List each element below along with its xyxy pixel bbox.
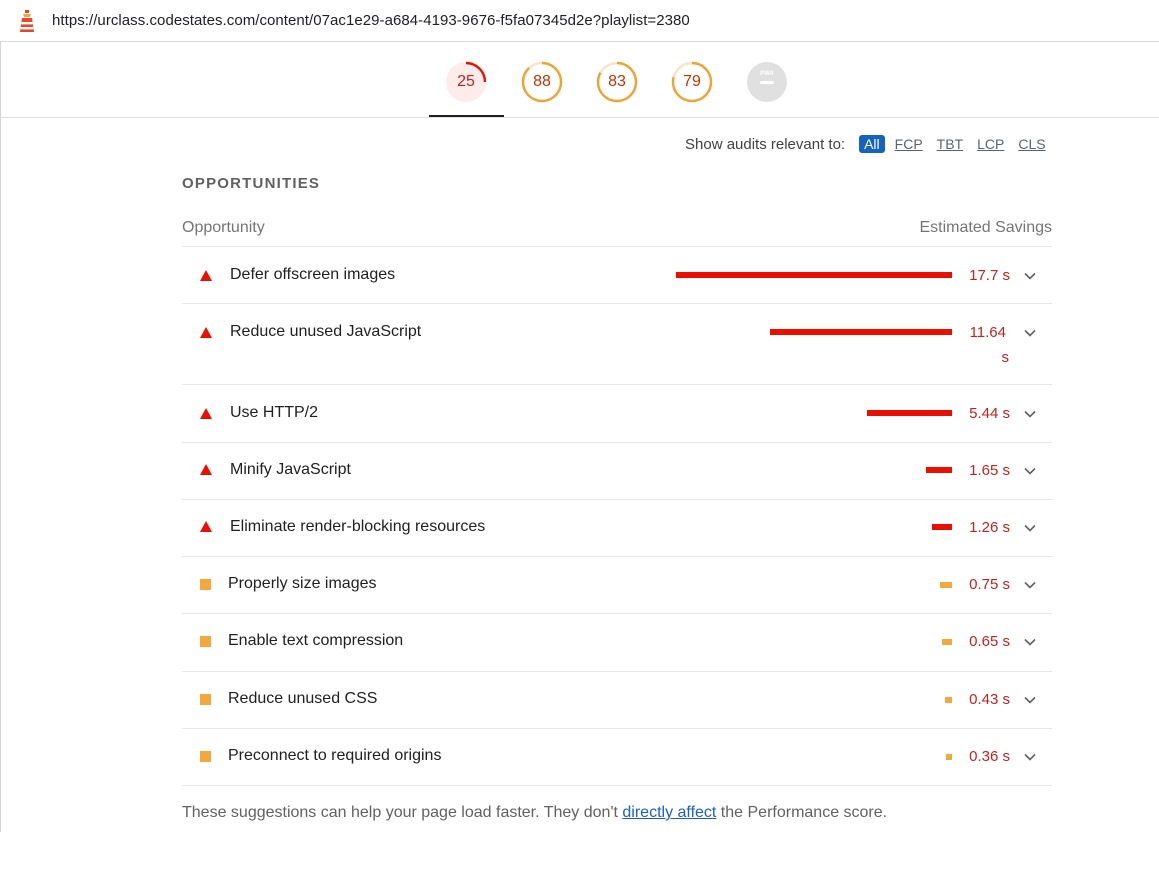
opportunity-list: Defer offscreen images 17.7 s Reduce unu…	[182, 246, 1052, 786]
red-triangle-icon	[200, 464, 212, 475]
opportunity-title: Minify JavaScript	[230, 461, 351, 478]
opportunity-title: Properly size images	[228, 575, 377, 592]
gauge-best-practices-score: 83	[608, 73, 626, 90]
gauge-accessibility[interactable]: 88	[521, 61, 563, 103]
opportunity-title: Defer offscreen images	[230, 266, 396, 283]
savings-value: 0.75 s	[969, 576, 1010, 593]
opportunity-row-preconnect-origins[interactable]: Preconnect to required origins 0.36 s	[182, 728, 1052, 785]
footer-text-after: the Performance score.	[716, 804, 888, 821]
pwa-badge-dash	[760, 81, 774, 84]
gauge-pwa[interactable]: PWA	[746, 61, 788, 103]
savings-value: 0.36 s	[969, 748, 1010, 765]
address-bar[interactable]: https://urclass.codestates.com/content/0…	[0, 0, 1159, 42]
savings-bar	[770, 329, 952, 335]
opportunity-title: Reduce unused CSS	[228, 690, 378, 707]
active-gauge-indicator	[429, 115, 504, 117]
chevron-down-icon[interactable]	[1024, 636, 1036, 648]
savings-bar	[932, 524, 952, 530]
savings-bar	[945, 697, 952, 703]
opportunity-list-end	[182, 785, 1052, 786]
url-text[interactable]: https://urclass.codestates.com/content/0…	[52, 12, 690, 29]
audit-filter: Show audits relevant to: All FCP TBT LCP…	[685, 135, 1060, 153]
savings-bar	[926, 467, 952, 473]
footer-text-before: These suggestions can help your page loa…	[182, 804, 623, 821]
opportunity-row-eliminate-render-blocking[interactable]: Eliminate render-blocking resources 1.26…	[182, 499, 1052, 556]
opportunity-title: Preconnect to required origins	[228, 747, 442, 764]
orange-square-icon	[200, 694, 211, 705]
column-header-savings: Estimated Savings	[919, 219, 1052, 236]
savings-value: 1.65 s	[969, 462, 1010, 479]
chevron-down-icon[interactable]	[1024, 522, 1036, 534]
savings-value: 0.43 s	[969, 691, 1010, 708]
pwa-badge-icon: PWA	[747, 62, 787, 102]
opportunity-title: Eliminate render-blocking resources	[230, 518, 486, 535]
savings-bar	[940, 582, 952, 588]
opportunity-row-reduce-unused-css[interactable]: Reduce unused CSS 0.43 s	[182, 671, 1052, 728]
savings-value: 11.64	[969, 324, 1006, 341]
filter-chip-lcp[interactable]: LCP	[977, 136, 1004, 152]
savings-value: 1.26 s	[969, 519, 1010, 536]
chevron-down-icon[interactable]	[1024, 270, 1036, 282]
opportunity-row-minify-javascript[interactable]: Minify JavaScript 1.65 s	[182, 442, 1052, 499]
red-triangle-icon	[200, 327, 212, 338]
chevron-down-icon[interactable]	[1024, 751, 1036, 763]
savings-bar	[946, 754, 952, 760]
red-triangle-icon	[200, 408, 212, 419]
red-triangle-icon	[200, 270, 212, 281]
score-gauges: 25 88 83 79 PWA	[0, 42, 1159, 118]
savings-value: 5.44 s	[969, 405, 1010, 422]
opportunity-row-use-http2[interactable]: Use HTTP/2 5.44 s	[182, 384, 1052, 442]
opportunity-title: Use HTTP/2	[230, 404, 319, 421]
chevron-down-icon[interactable]	[1024, 408, 1036, 420]
pwa-badge-text: PWA	[760, 71, 774, 77]
gauge-accessibility-score: 88	[533, 73, 551, 90]
lighthouse-icon	[20, 10, 34, 32]
directly-affect-link[interactable]: directly affect	[622, 804, 716, 821]
opportunity-row-properly-size-images[interactable]: Properly size images 0.75 s	[182, 556, 1052, 613]
gauge-seo[interactable]: 79	[671, 61, 713, 103]
section-title: OPPORTUNITIES	[182, 175, 321, 192]
filter-chip-fcp[interactable]: FCP	[895, 136, 923, 152]
filter-chip-all[interactable]: All	[859, 135, 885, 153]
savings-value: 17.7 s	[969, 267, 1010, 284]
filter-chip-tbt[interactable]: TBT	[937, 136, 963, 152]
window-left-edge	[0, 42, 1, 832]
orange-square-icon	[200, 579, 211, 590]
chevron-down-icon[interactable]	[1024, 579, 1036, 591]
orange-square-icon	[200, 636, 211, 647]
footer-note: These suggestions can help your page loa…	[182, 804, 887, 822]
chevron-down-icon[interactable]	[1024, 327, 1036, 339]
gauge-best-practices[interactable]: 83	[596, 61, 638, 103]
gauge-performance[interactable]: 25	[445, 61, 487, 103]
opportunity-row-defer-offscreen-images[interactable]: Defer offscreen images 17.7 s	[182, 246, 1052, 303]
chevron-down-icon[interactable]	[1024, 465, 1036, 477]
savings-bar	[942, 639, 952, 645]
opportunity-title: Reduce unused JavaScript	[230, 323, 422, 340]
column-header-opportunity: Opportunity	[182, 219, 265, 236]
gauge-performance-score: 25	[457, 73, 475, 90]
filter-chip-cls[interactable]: CLS	[1018, 136, 1045, 152]
opportunity-title: Enable text compression	[228, 632, 404, 649]
savings-value-unit: s	[1001, 349, 1010, 366]
savings-bar	[676, 272, 952, 278]
opportunity-row-reduce-unused-javascript[interactable]: Reduce unused JavaScript 11.64 s	[182, 303, 1052, 384]
chevron-down-icon[interactable]	[1024, 694, 1036, 706]
red-triangle-icon	[200, 521, 212, 532]
filter-label: Show audits relevant to:	[685, 135, 846, 153]
opportunity-row-enable-text-compression[interactable]: Enable text compression 0.65 s	[182, 613, 1052, 671]
savings-value: 0.65 s	[969, 633, 1010, 650]
gauge-seo-score: 79	[683, 73, 701, 90]
orange-square-icon	[200, 751, 211, 762]
savings-bar	[867, 410, 952, 416]
